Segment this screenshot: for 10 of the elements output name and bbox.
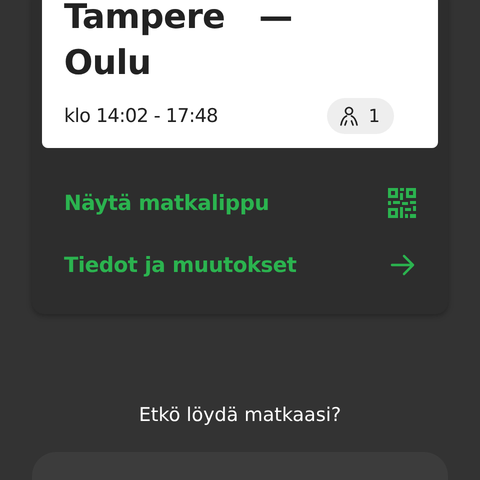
destination-city: Oulu: [64, 42, 151, 85]
qr-code-icon: [388, 188, 416, 218]
action-link[interactable]: Näytä matkalippu: [64, 172, 416, 234]
help-heading: Etkö löydä matkaasi?: [138, 404, 342, 426]
action-link[interactable]: Tiedot ja muutokset: [64, 234, 416, 296]
route-dash: —: [258, 0, 292, 39]
passenger-count: 1: [326, 98, 394, 134]
arrow-right-icon: [390, 254, 416, 276]
origin-city: Tampere: [64, 0, 225, 39]
trip-time: klo 14:02 - 17:48: [64, 105, 218, 127]
